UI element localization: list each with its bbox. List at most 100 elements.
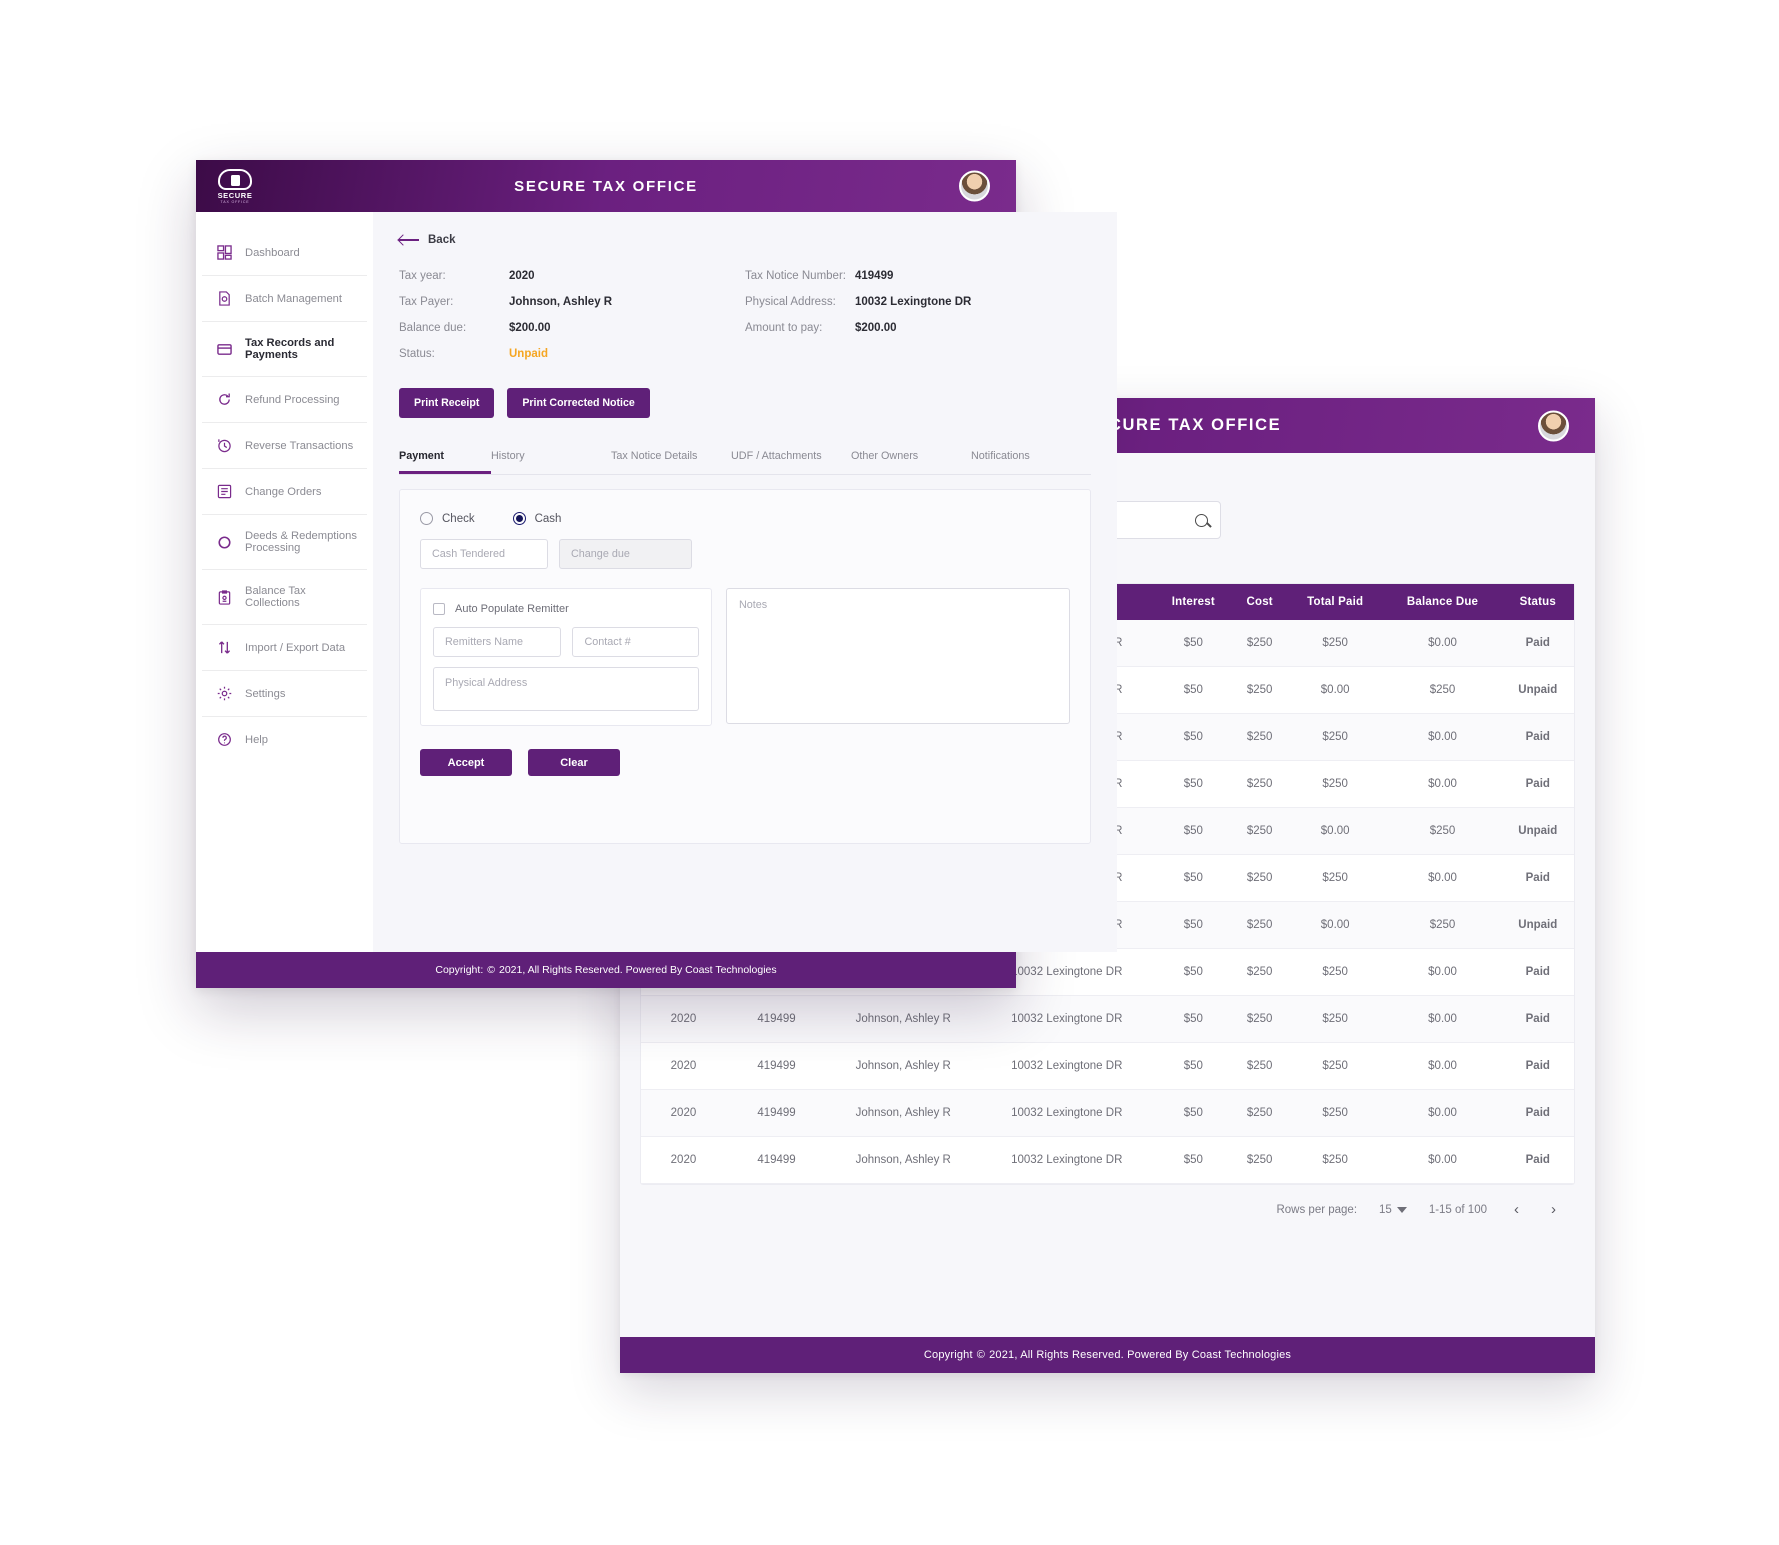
col-total-paid[interactable]: Total Paid <box>1286 584 1384 620</box>
payment-method-cash-label: Cash <box>534 512 562 525</box>
auto-populate-remitter-checkbox[interactable]: Auto Populate Remitter <box>433 603 699 615</box>
sidebar-item-label: Settings <box>245 687 286 700</box>
payment-window-header: SECURE TAX OFFICE SECURE TAX OFFICE <box>196 160 1016 212</box>
payment-method-cash[interactable]: Cash <box>512 512 562 525</box>
cell-cost: $250 <box>1232 1136 1287 1184</box>
radio-checked-icon <box>512 512 526 525</box>
cell-total-paid: $250 <box>1286 620 1384 667</box>
field-value: $200.00 <box>509 322 551 334</box>
table-row[interactable]: 2020419499Johnson, Ashley R10032 Lexingt… <box>641 1136 1574 1184</box>
sidebar-item-balance-tax-collections[interactable]: Balance Tax Collections <box>202 570 367 625</box>
cell-total-paid: $250 <box>1286 760 1384 808</box>
cell-cost: $250 <box>1232 1089 1287 1137</box>
sidebar-item-batch-management[interactable]: Batch Management <box>202 276 367 322</box>
field-tax-notice-number: Tax Notice Number: 419499 <box>745 270 1091 282</box>
tab-notifications[interactable]: Notifications <box>971 444 1091 474</box>
sidebar-item-change-orders[interactable]: Change Orders <box>202 469 367 515</box>
sidebar-item-label: Balance Tax Collections <box>245 585 306 609</box>
sidebar-item-tax-records-and-payments[interactable]: Tax Records and Payments <box>202 322 367 377</box>
payment-method-check[interactable]: Check <box>420 512 475 525</box>
accept-button[interactable]: Accept <box>420 749 512 776</box>
cell-cost: $250 <box>1232 995 1287 1043</box>
footer-prefix-records: Copyright <box>923 1349 973 1361</box>
remitter-name-input[interactable]: Remitters Name <box>433 627 562 657</box>
cell-tax-notice: 419499 <box>725 995 828 1043</box>
cell-interest: $50 <box>1154 1136 1233 1184</box>
sidebar-item-reverse-transactions[interactable]: Reverse Transactions <box>202 423 367 469</box>
col-balance-due[interactable]: Balance Due <box>1383 584 1502 620</box>
back-button[interactable]: Back <box>399 234 1091 246</box>
cell-total-paid: $250 <box>1286 1042 1384 1090</box>
tab-history[interactable]: History <box>491 444 611 474</box>
next-page-button[interactable]: › <box>1546 1201 1561 1218</box>
print-receipt-button[interactable]: Print Receipt <box>399 388 495 418</box>
sidebar-item-dashboard[interactable]: Dashboard <box>202 230 367 276</box>
cell-balance-due: $250 <box>1383 666 1502 714</box>
sidebar-item-help[interactable]: Help <box>202 717 367 762</box>
tab-tax-notice-details[interactable]: Tax Notice Details <box>611 444 731 474</box>
remitter-physical-address-input[interactable]: Physical Address <box>433 667 699 711</box>
back-label: Back <box>428 234 456 246</box>
cell-balance-due: $0.00 <box>1383 620 1502 667</box>
copyright-icon-payment: © <box>487 964 495 976</box>
search-icon[interactable] <box>1195 513 1208 527</box>
tab-payment[interactable]: Payment <box>399 444 491 474</box>
cell-balance-due: $0.00 <box>1383 760 1502 808</box>
col-status[interactable]: Status <box>1501 584 1574 620</box>
copyright-icon-records: © <box>976 1349 986 1361</box>
sidebar-item-settings[interactable]: Settings <box>202 671 367 717</box>
table-row[interactable]: 2020419499Johnson, Ashley R10032 Lexingt… <box>641 995 1574 1043</box>
notes-textarea[interactable]: Notes <box>726 588 1070 724</box>
sidebar-item-import-export-data[interactable]: Import / Export Data <box>202 625 367 671</box>
contact-number-input[interactable]: Contact # <box>572 627 699 657</box>
summary-left-column: Tax year: 2020 Tax Payer: Johnson, Ashle… <box>399 270 745 374</box>
footer-text-records: Copyright © 2021, All Rights Reserved. P… <box>924 1349 1291 1361</box>
cell-tax-payer: Johnson, Ashley R <box>827 1089 980 1137</box>
cell-cost: $250 <box>1232 948 1287 996</box>
cash-tendered-input[interactable]: Cash Tendered <box>420 539 548 569</box>
col-interest[interactable]: Interest <box>1154 584 1233 620</box>
sidebar-item-refund-processing[interactable]: Refund Processing <box>202 377 367 423</box>
cell-status: Unpaid <box>1501 666 1574 714</box>
sidebar-item-label: Help <box>245 733 269 746</box>
cell-cost: $250 <box>1232 807 1287 855</box>
rows-per-page-select[interactable]: 15 <box>1379 1204 1407 1216</box>
cell-interest: $50 <box>1154 1042 1233 1090</box>
cell-cost: $250 <box>1232 713 1287 761</box>
user-avatar-records[interactable] <box>1538 410 1569 441</box>
logo-subtitle: TAX OFFICE <box>220 199 250 204</box>
field-tax-year: Tax year: 2020 <box>399 270 745 282</box>
cell-total-paid: $250 <box>1286 713 1384 761</box>
records-pagination: Rows per page: 15 1-15 of 100 ‹ › <box>620 1185 1595 1218</box>
records-footer: Copyright © 2021, All Rights Reserved. P… <box>620 1337 1595 1373</box>
summary-right-column: Tax Notice Number: 419499 Physical Addre… <box>745 270 1091 374</box>
cell-status: Paid <box>1501 995 1574 1043</box>
field-value: 2020 <box>509 270 535 282</box>
field-amount-to-pay: Amount to pay: $200.00 <box>745 322 1091 334</box>
cell-total-paid: $0.00 <box>1286 807 1384 855</box>
sidebar-item-label: Dashboard <box>245 246 300 259</box>
cell-interest: $50 <box>1154 901 1233 949</box>
cell-total-paid: $0.00 <box>1286 901 1384 949</box>
card-icon <box>217 342 232 357</box>
cell-total-paid: $250 <box>1286 1136 1384 1184</box>
prev-page-button[interactable]: ‹ <box>1509 1201 1524 1218</box>
table-row[interactable]: 2020419499Johnson, Ashley R10032 Lexingt… <box>641 1089 1574 1137</box>
sidebar-item-deeds-redemptions-processing[interactable]: Deeds & Redemptions Processing <box>202 515 367 570</box>
clear-button[interactable]: Clear <box>528 749 620 776</box>
cell-balance-due: $0.00 <box>1383 1089 1502 1137</box>
table-row[interactable]: 2020419499Johnson, Ashley R10032 Lexingt… <box>641 1042 1574 1090</box>
user-avatar-payment[interactable] <box>959 170 990 202</box>
cell-interest: $50 <box>1154 713 1233 761</box>
print-corrected-notice-button[interactable]: Print Corrected Notice <box>507 388 650 418</box>
cell-balance-due: $0.00 <box>1383 1136 1502 1184</box>
screenshot-stage: SECURE TAX OFFICE Tax Year Tax <box>0 0 1779 1545</box>
document-check-icon <box>217 291 232 306</box>
tab-other-owners[interactable]: Other Owners <box>851 444 971 474</box>
cell-total-paid: $250 <box>1286 1089 1384 1137</box>
col-cost[interactable]: Cost <box>1232 584 1287 620</box>
tab-udf-attachments[interactable]: UDF / Attachments <box>731 444 851 474</box>
arrow-left-icon <box>399 235 419 245</box>
cell-interest: $50 <box>1154 666 1233 714</box>
field-value: 419499 <box>855 270 894 282</box>
